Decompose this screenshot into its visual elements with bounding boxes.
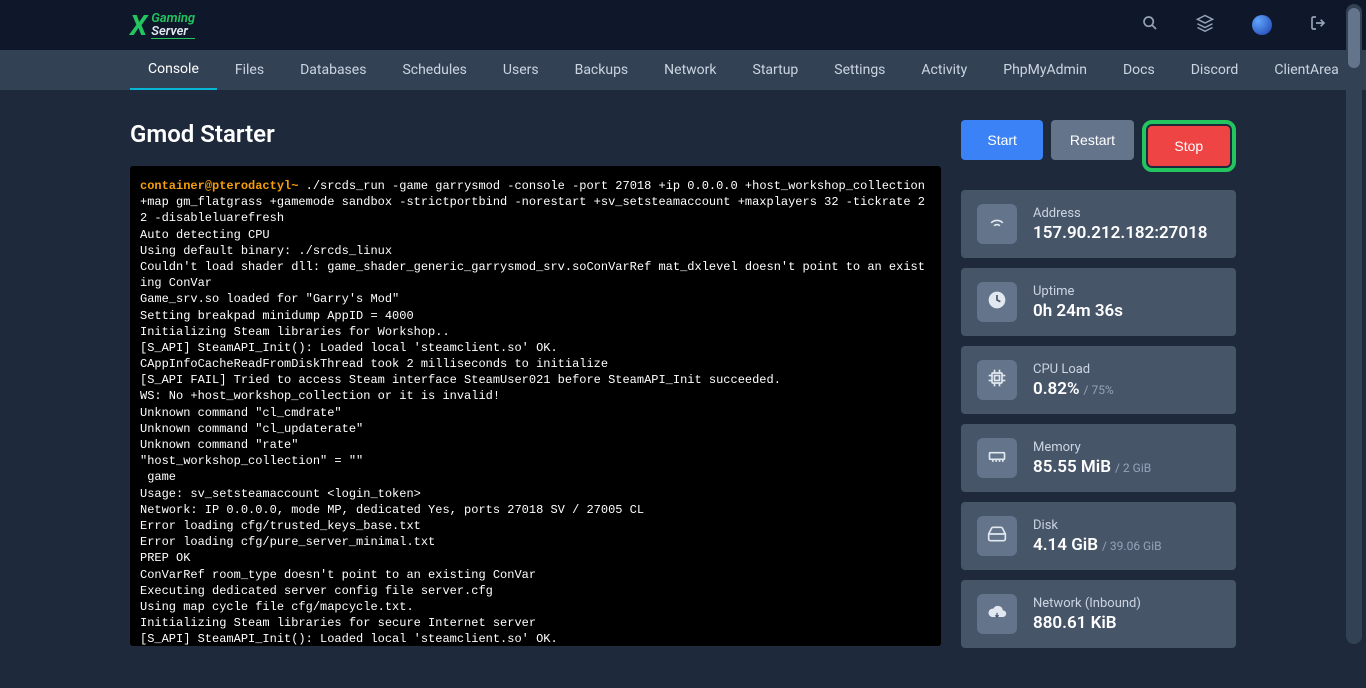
left-column: Gmod Starter container@pterodactyl~ ./sr…: [130, 120, 941, 658]
cloud-download-icon: [987, 602, 1007, 627]
stat-address-value: 157.90.212.182:27018: [1033, 223, 1208, 243]
stat-uptime: Uptime 0h 24m 36s: [961, 268, 1236, 336]
nav-files[interactable]: Files: [217, 50, 282, 90]
nav-clientarea[interactable]: ClientArea: [1256, 50, 1356, 90]
stop-button[interactable]: Stop: [1148, 126, 1230, 166]
stat-netin-label: Network (Inbound): [1033, 596, 1141, 611]
nav-users[interactable]: Users: [485, 50, 557, 90]
stat-disk-value: 4.14 GiB: [1033, 535, 1098, 555]
console-prompt: container@pterodactyl~: [140, 179, 298, 193]
console-lines: Auto detecting CPU Using default binary:…: [140, 228, 925, 646]
stat-netin-value: 880.61 KiB: [1033, 613, 1141, 633]
stat-uptime-value: 0h 24m 36s: [1033, 301, 1123, 321]
logout-icon[interactable]: [1310, 15, 1326, 35]
stat-uptime-label: Uptime: [1033, 284, 1123, 299]
nav-docs[interactable]: Docs: [1105, 50, 1173, 90]
layers-icon[interactable]: [1196, 14, 1214, 36]
page-scrollbar[interactable]: [1346, 4, 1362, 644]
memory-icon: [987, 446, 1007, 471]
cpu-icon: [987, 368, 1007, 393]
stat-disk-label: Disk: [1033, 518, 1162, 533]
content: Gmod Starter container@pterodactyl~ ./sr…: [0, 90, 1366, 688]
stat-cpu-sub: / 75%: [1084, 383, 1114, 397]
action-buttons: Start Restart Stop: [961, 120, 1236, 172]
stat-disk: Disk 4.14 GiB / 39.06 GiB: [961, 502, 1236, 570]
stat-cpu-value: 0.82%: [1033, 379, 1080, 399]
stat-disk-sub: / 39.06 GiB: [1102, 539, 1162, 553]
stat-address: Address 157.90.212.182:27018: [961, 190, 1236, 258]
nav-settings[interactable]: Settings: [816, 50, 903, 90]
logo[interactable]: X Gaming Server: [130, 9, 195, 42]
stop-button-highlight: Stop: [1142, 120, 1236, 172]
stat-memory-value: 85.55 MiB: [1033, 457, 1111, 477]
nav-backups[interactable]: Backups: [557, 50, 647, 90]
nav-startup[interactable]: Startup: [735, 50, 817, 90]
wifi-icon: [987, 212, 1007, 237]
stat-network-in: Network (Inbound) 880.61 KiB: [961, 580, 1236, 648]
globe-icon[interactable]: [1252, 15, 1272, 35]
nav-schedules[interactable]: Schedules: [384, 50, 484, 90]
nav-console[interactable]: Console: [130, 50, 217, 90]
navbar: ConsoleFilesDatabasesSchedulesUsersBacku…: [0, 50, 1366, 90]
nav-activity[interactable]: Activity: [903, 50, 985, 90]
clock-icon: [987, 290, 1007, 315]
topbar: X Gaming Server: [0, 0, 1366, 50]
stat-memory-label: Memory: [1033, 440, 1151, 455]
restart-button[interactable]: Restart: [1051, 120, 1133, 160]
stat-address-label: Address: [1033, 206, 1208, 221]
topbar-actions: [1142, 14, 1326, 36]
start-button[interactable]: Start: [961, 120, 1043, 160]
stat-memory: Memory 85.55 MiB / 2 GiB: [961, 424, 1236, 492]
page-title: Gmod Starter: [130, 120, 941, 148]
console-output[interactable]: container@pterodactyl~ ./srcds_run -game…: [130, 166, 941, 646]
stat-cpu-label: CPU Load: [1033, 362, 1114, 377]
nav-network[interactable]: Network: [646, 50, 734, 90]
search-icon[interactable]: [1142, 15, 1158, 35]
right-column: Start Restart Stop Address 157.90.212.18…: [961, 120, 1236, 658]
disk-icon: [987, 524, 1007, 549]
stat-cpu: CPU Load 0.82% / 75%: [961, 346, 1236, 414]
stat-memory-sub: / 2 GiB: [1115, 461, 1151, 475]
logo-x-icon: X: [130, 9, 147, 42]
nav-phpmyadmin[interactable]: PhpMyAdmin: [985, 50, 1105, 90]
logo-text-gaming: Gaming: [151, 12, 195, 25]
nav-discord[interactable]: Discord: [1173, 50, 1257, 90]
nav-databases[interactable]: Databases: [282, 50, 384, 90]
logo-text-server: Server: [151, 25, 195, 39]
